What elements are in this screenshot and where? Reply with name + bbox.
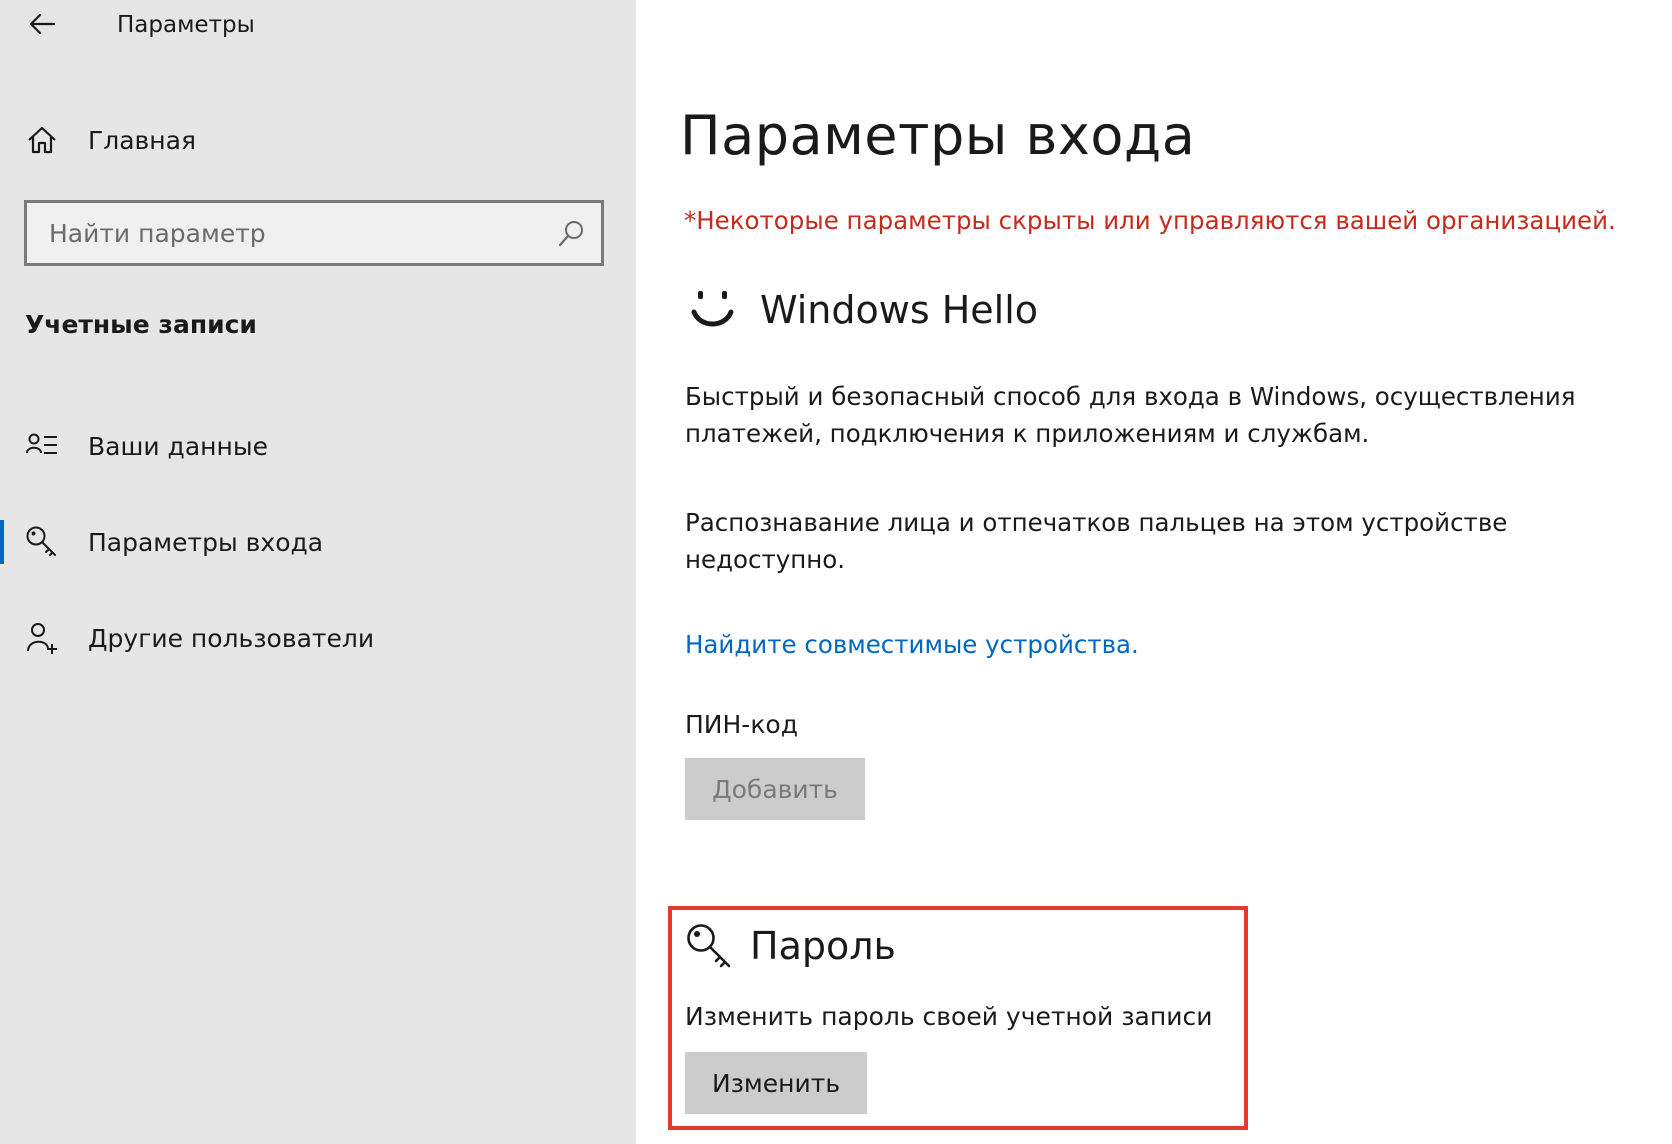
home-icon <box>22 120 62 160</box>
sidebar-item-label: Параметры входа <box>88 527 324 557</box>
password-description: Изменить пароль своей учетной записи <box>685 1002 1213 1031</box>
add-pin-button[interactable]: Добавить <box>685 758 865 820</box>
search-box[interactable] <box>24 200 604 266</box>
org-notice: *Некоторые параметры скрыты или управляю… <box>684 206 1616 235</box>
compatible-devices-link[interactable]: Найдите совместимые устройства. <box>685 630 1139 659</box>
sidebar-item-your-info[interactable]: Ваши данные <box>0 410 636 482</box>
sidebar-item-label: Ваши данные <box>88 431 268 461</box>
settings-window: Параметры Главная Учетные записи <box>0 0 1672 1144</box>
back-button[interactable] <box>24 6 60 42</box>
smiley-icon <box>691 291 734 327</box>
section-heading: Учетные записи <box>25 310 257 339</box>
sidebar-item-sign-in-options[interactable]: Параметры входа <box>0 506 636 578</box>
search-icon[interactable] <box>555 218 587 250</box>
pin-label: ПИН-код <box>685 710 799 739</box>
windows-hello-description: Быстрый и безопасный способ для входа в … <box>685 382 1576 448</box>
sidebar-item-other-users[interactable]: Другие пользователи <box>0 602 636 674</box>
key-icon <box>687 924 731 968</box>
key-icon <box>22 522 62 562</box>
windows-hello-title: Windows Hello <box>760 288 1039 332</box>
password-header: Пароль <box>684 918 896 974</box>
search-input[interactable] <box>27 203 601 263</box>
app-title: Параметры <box>117 12 255 38</box>
windows-hello-header: Windows Hello <box>684 282 1038 338</box>
main-content: Параметры входа *Некоторые параметры скр… <box>636 0 1672 1144</box>
sidebar: Параметры Главная Учетные записи <box>0 0 636 1144</box>
page-title: Параметры входа <box>680 104 1196 167</box>
back-arrow-icon <box>29 13 56 35</box>
sidebar-item-label: Главная <box>88 125 196 155</box>
hello-unavailable-text: Распознавание лица и отпечатков пальцев … <box>685 508 1508 574</box>
change-password-button[interactable]: Изменить <box>685 1052 867 1114</box>
add-user-icon <box>22 618 62 658</box>
user-info-icon <box>22 426 62 466</box>
sidebar-item-label: Другие пользователи <box>88 623 375 653</box>
password-title: Пароль <box>750 924 896 968</box>
sidebar-item-home[interactable]: Главная <box>0 104 636 176</box>
